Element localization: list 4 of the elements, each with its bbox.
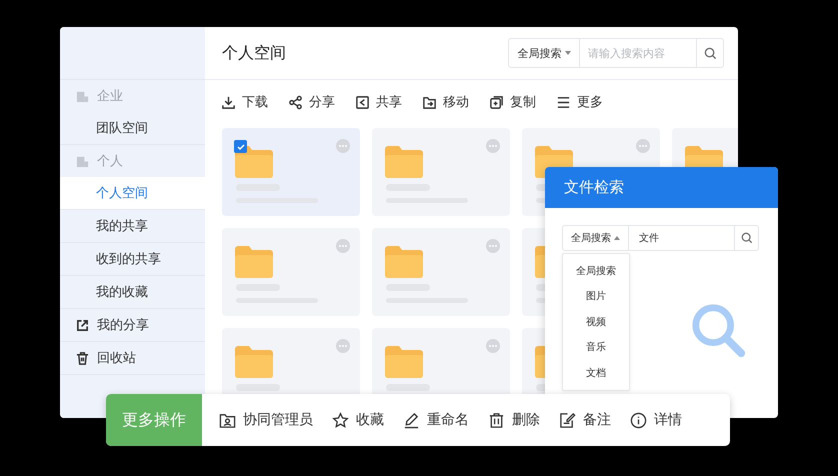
action-bar-title: 更多操作 [106, 394, 202, 446]
page-title: 个人空间 [222, 42, 286, 64]
sidebar-group: 企业 [60, 80, 205, 112]
sidebar-group: 个人 [60, 145, 205, 177]
